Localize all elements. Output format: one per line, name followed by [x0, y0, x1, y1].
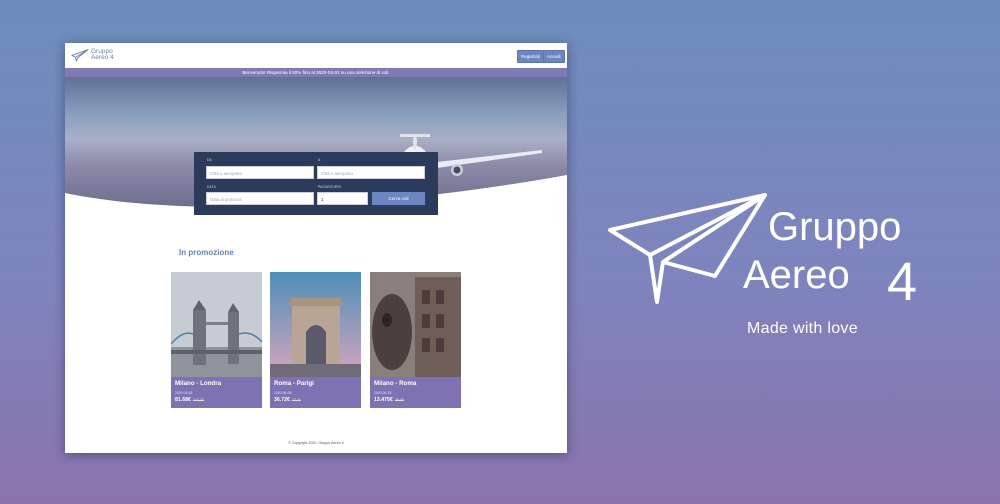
date-label: DATA — [207, 185, 216, 189]
card-price: 36.72€ 73,44 — [274, 397, 301, 403]
date-input[interactable]: Data di partenza — [206, 192, 314, 205]
site-header: Gruppo Aereo 4 Registrati Accedi — [65, 43, 567, 67]
promo-banner: Benvenuto! Risparmia il 50% fino al 2020… — [65, 68, 567, 77]
logo-number: 4 — [887, 252, 917, 312]
card-route: Roma - Parigi — [274, 380, 314, 387]
card-date: 2020-06-09 — [274, 391, 292, 395]
brand-logo: Gruppo Aereo 4 — [608, 193, 917, 312]
logo-line2: Aereo 4 — [91, 54, 114, 61]
to-label: A — [318, 158, 321, 162]
site-footer: © Copyright 2020. Gruppo Aereo 4 — [288, 441, 344, 445]
search-flights-button[interactable]: Cerca voli — [372, 192, 425, 205]
card-old-price: 163,36 — [192, 398, 204, 402]
flight-search-form: DA Città o aeroporto A Città o aeroporto… — [194, 152, 438, 215]
card-old-price: 26,95 — [394, 398, 404, 402]
promo-card[interactable]: Roma - Parigi 2020-06-09 36.72€ 73,44 — [270, 272, 361, 408]
promo-card[interactable]: Milano - Roma 2020-04-18 13.475€ 26,95 — [370, 272, 461, 408]
promotions-title: In promozione — [179, 248, 234, 257]
passengers-label: PASSEGGERI — [318, 185, 341, 189]
website-window: Gruppo Aereo 4 Registrati Accedi Benvenu… — [65, 43, 567, 453]
register-button[interactable]: Registrati — [517, 50, 545, 63]
from-label: DA — [207, 158, 212, 162]
arc-de-triomphe-photo — [270, 272, 361, 377]
paper-plane-icon — [608, 193, 767, 304]
site-logo[interactable]: Gruppo Aereo 4 — [71, 47, 114, 63]
card-date: 2020-04-18 — [374, 391, 392, 395]
card-price: 13.475€ 26,95 — [374, 397, 404, 403]
card-route: Milano - Roma — [374, 380, 417, 387]
tower-bridge-photo — [171, 272, 262, 377]
card-price: 81.68€ 163,36 — [175, 397, 204, 403]
card-old-price: 73,44 — [291, 398, 301, 402]
paper-plane-icon — [71, 49, 89, 62]
login-button[interactable]: Accedi — [543, 50, 565, 63]
from-input[interactable]: Città o aeroporto — [206, 166, 314, 179]
promo-card[interactable]: Milano - Londra 2020-03-18 81.68€ 163,36 — [171, 272, 262, 408]
colosseum-photo — [370, 272, 461, 377]
passengers-input[interactable]: 1 — [317, 192, 368, 205]
card-date: 2020-03-18 — [175, 391, 193, 395]
logo-word-gruppo: Gruppo — [768, 205, 901, 249]
card-route: Milano - Londra — [175, 380, 222, 387]
logo-word-aereo: Aereo — [743, 253, 850, 297]
to-input[interactable]: Città o aeroporto — [317, 166, 425, 179]
tagline: Made with love — [747, 320, 858, 337]
